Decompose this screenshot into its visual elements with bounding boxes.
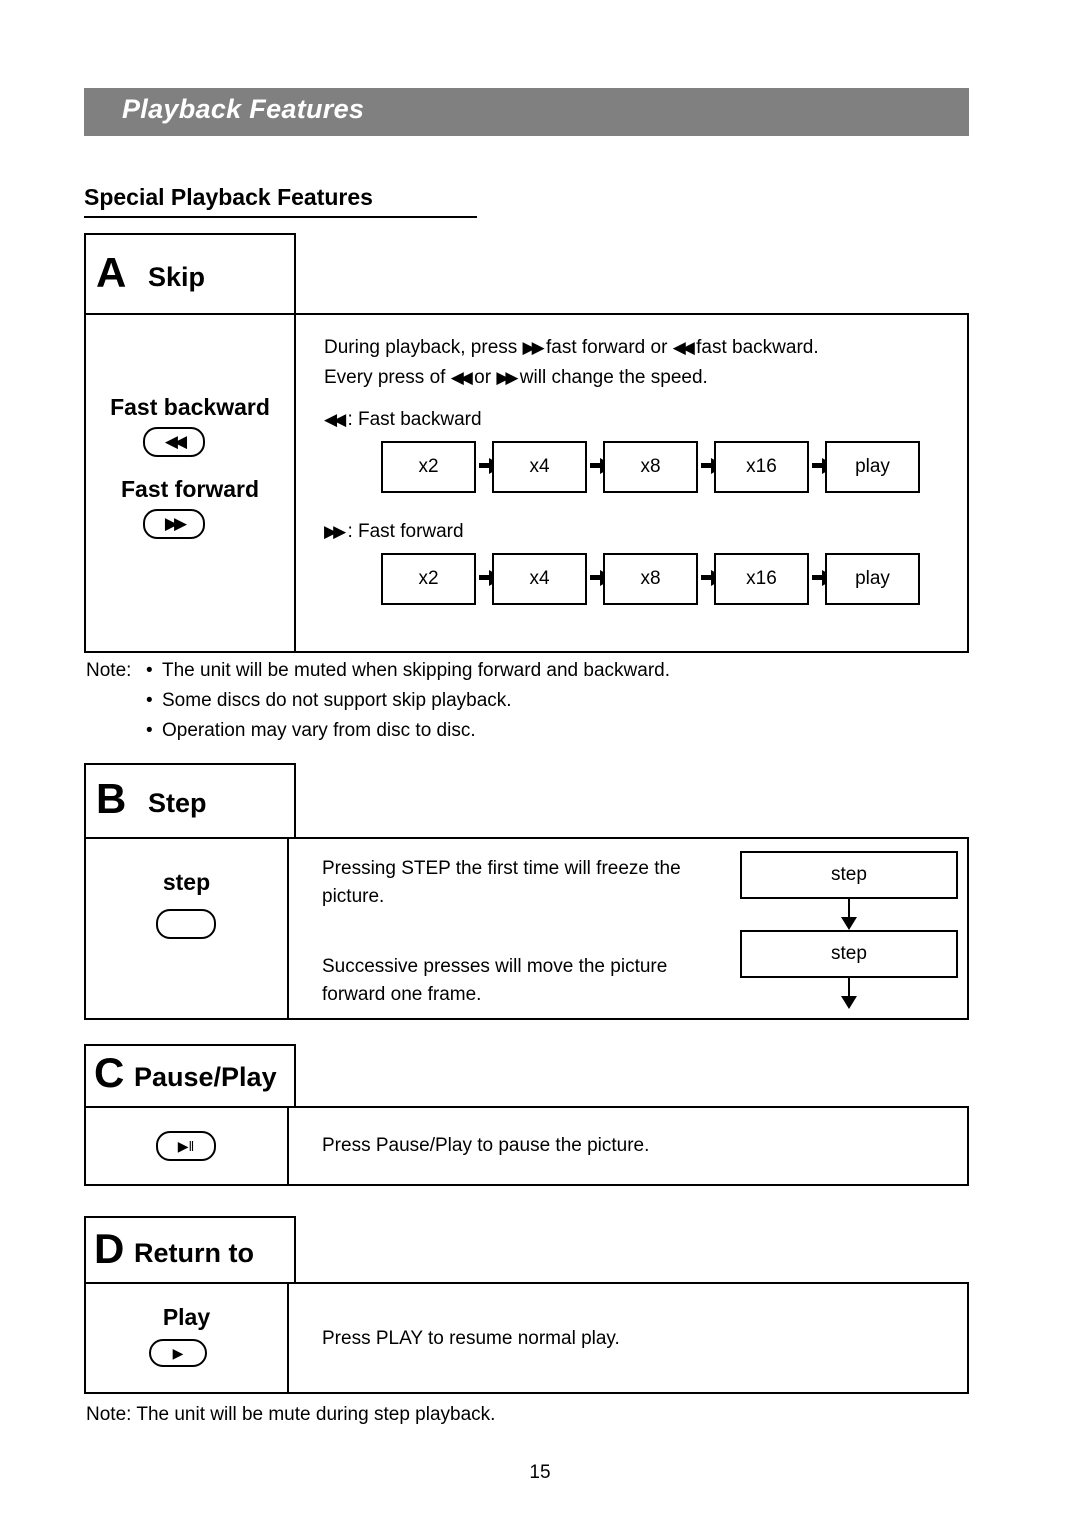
note-bullet-1: • [146, 660, 153, 681]
block-a-letter: A [96, 249, 127, 296]
fast-backward-caption: ◀◀ : Fast backward [324, 405, 482, 435]
block-b-letter: B [96, 775, 127, 822]
ff-arrow-4-tail [812, 575, 822, 580]
section-title: Special Playback Features [84, 184, 373, 210]
fb-speed-x2: x2 [381, 441, 476, 493]
fast-forward-caption-text: : Fast forward [347, 521, 464, 542]
play-button-icon: ▶ [149, 1339, 207, 1367]
play-glyph: ▶ [172, 1344, 184, 1361]
block-c-left-cell: ▶‖ [84, 1106, 289, 1186]
ff-speed-x4: x4 [492, 553, 587, 605]
fast-forward-glyph: ▶▶ [164, 514, 187, 533]
fast-forward-icon-caption: ▶▶ [324, 522, 346, 541]
return-to-play-text: Press PLAY to resume normal play. [322, 1328, 620, 1349]
step-text-2-line-1: Successive presses will move the picture [322, 956, 668, 977]
step-text-1-line-1: Pressing STEP the first time will freeze… [322, 858, 681, 879]
block-b-title: Step [148, 788, 207, 818]
ff-speed-play: play [825, 553, 920, 605]
skip-instruction-1c: fast backward. [696, 337, 819, 358]
ff-arrow-2-tail [590, 575, 600, 580]
play-label: Play [162, 1304, 211, 1330]
rewind-icon-inline-2: ◀◀ [450, 368, 473, 387]
skip-instruction-1a: During playback, press [324, 337, 518, 358]
skip-instruction-1b: fast forward or [545, 337, 668, 358]
block-b-right-cell: Pressing STEP the first time will freeze… [287, 837, 969, 1020]
ff-speed-x2: x2 [381, 553, 476, 605]
page-title: Playback Features [122, 94, 365, 124]
block-c-letter: C [94, 1049, 125, 1096]
fb-speed-x8: x8 [603, 441, 698, 493]
step-flow-box-1: step [740, 851, 958, 899]
block-a-title: Skip [148, 262, 206, 292]
note-item-2: Some discs do not support skip playback. [162, 690, 512, 711]
fast-forward-icon-inline: ▶▶ [522, 338, 545, 357]
rewind-icon-caption: ◀◀ [324, 410, 346, 429]
block-a-left-cell: Fast backward ◀◀ Fast forward ▶▶ [84, 313, 296, 653]
step-flow-arrow-2 [841, 996, 857, 1009]
block-b-left-cell: step [84, 837, 289, 1020]
skip-instruction-2a: Every press of [324, 367, 446, 388]
rewind-icon: ◀◀ [143, 427, 205, 457]
fb-speed-x16: x16 [714, 441, 809, 493]
step-flow-arrow-1 [841, 917, 857, 930]
fb-speed-play: play [825, 441, 920, 493]
ff-arrow-1-tail [479, 575, 489, 580]
step-text-2-line-2: forward one frame. [322, 984, 482, 1005]
note-bullet-3: • [146, 720, 153, 741]
note-label: Note: [86, 660, 132, 681]
skip-instruction-2b: or [474, 367, 492, 388]
block-d-note: Note: The unit will be mute during step … [86, 1404, 496, 1425]
section-divider [84, 216, 477, 218]
ff-arrow-3-tail [701, 575, 711, 580]
block-d-left-cell: Play ▶ [84, 1282, 289, 1394]
ff-speed-x16: x16 [714, 553, 809, 605]
skip-instruction-2c: will change the speed. [519, 367, 708, 388]
block-d-title: Return to [134, 1238, 254, 1268]
block-d-right-cell: Press PLAY to resume normal play. [287, 1282, 969, 1394]
step-flow-line-1 [848, 899, 850, 919]
block-c-title: Pause/Play [134, 1062, 277, 1092]
fb-speed-x4: x4 [492, 441, 587, 493]
fast-forward-icon: ▶▶ [143, 509, 205, 539]
block-a-right-cell: During playback, press ▶▶ fast forward o… [294, 313, 969, 653]
play-pause-button-icon: ▶‖ [156, 1131, 216, 1161]
step-flow-line-2 [848, 978, 850, 998]
fast-forward-icon-inline-2: ▶▶ [496, 368, 518, 387]
pause-play-text: Press Pause/Play to pause the picture. [322, 1135, 650, 1156]
fast-backward-label: Fast backward [110, 394, 270, 420]
rewind-icon-inline: ◀◀ [672, 338, 695, 357]
document-page: Playback Features Special Playback Featu… [0, 0, 1080, 1527]
rewind-glyph: ◀◀ [164, 432, 187, 451]
fast-backward-caption-text: : Fast backward [347, 409, 482, 430]
step-flow-box-2: step [740, 930, 958, 978]
block-d-letter: D [94, 1225, 125, 1272]
play-pause-glyph: ▶‖ [177, 1137, 195, 1154]
fast-forward-label: Fast forward [120, 476, 260, 502]
step-label: step [162, 869, 211, 895]
fb-arrow-1-tail [479, 463, 489, 468]
skip-instruction-line-1: During playback, press ▶▶ fast forward o… [324, 333, 819, 363]
fb-arrow-2-tail [590, 463, 600, 468]
fb-arrow-4-tail [812, 463, 822, 468]
page-number: 15 [529, 1462, 551, 1483]
step-text-1-line-2: picture. [322, 886, 385, 907]
skip-instruction-line-2: Every press of ◀◀ or ▶▶ will change the … [324, 363, 708, 393]
fb-arrow-3-tail [701, 463, 711, 468]
note-item-1: The unit will be muted when skipping for… [162, 660, 670, 681]
block-c-right-cell: Press Pause/Play to pause the picture. [287, 1106, 969, 1186]
ff-speed-x8: x8 [603, 553, 698, 605]
note-bullet-2: • [146, 690, 153, 711]
fast-forward-caption: ▶▶ : Fast forward [324, 517, 464, 547]
step-button-icon [156, 909, 216, 939]
note-item-3: Operation may vary from disc to disc. [162, 720, 476, 741]
